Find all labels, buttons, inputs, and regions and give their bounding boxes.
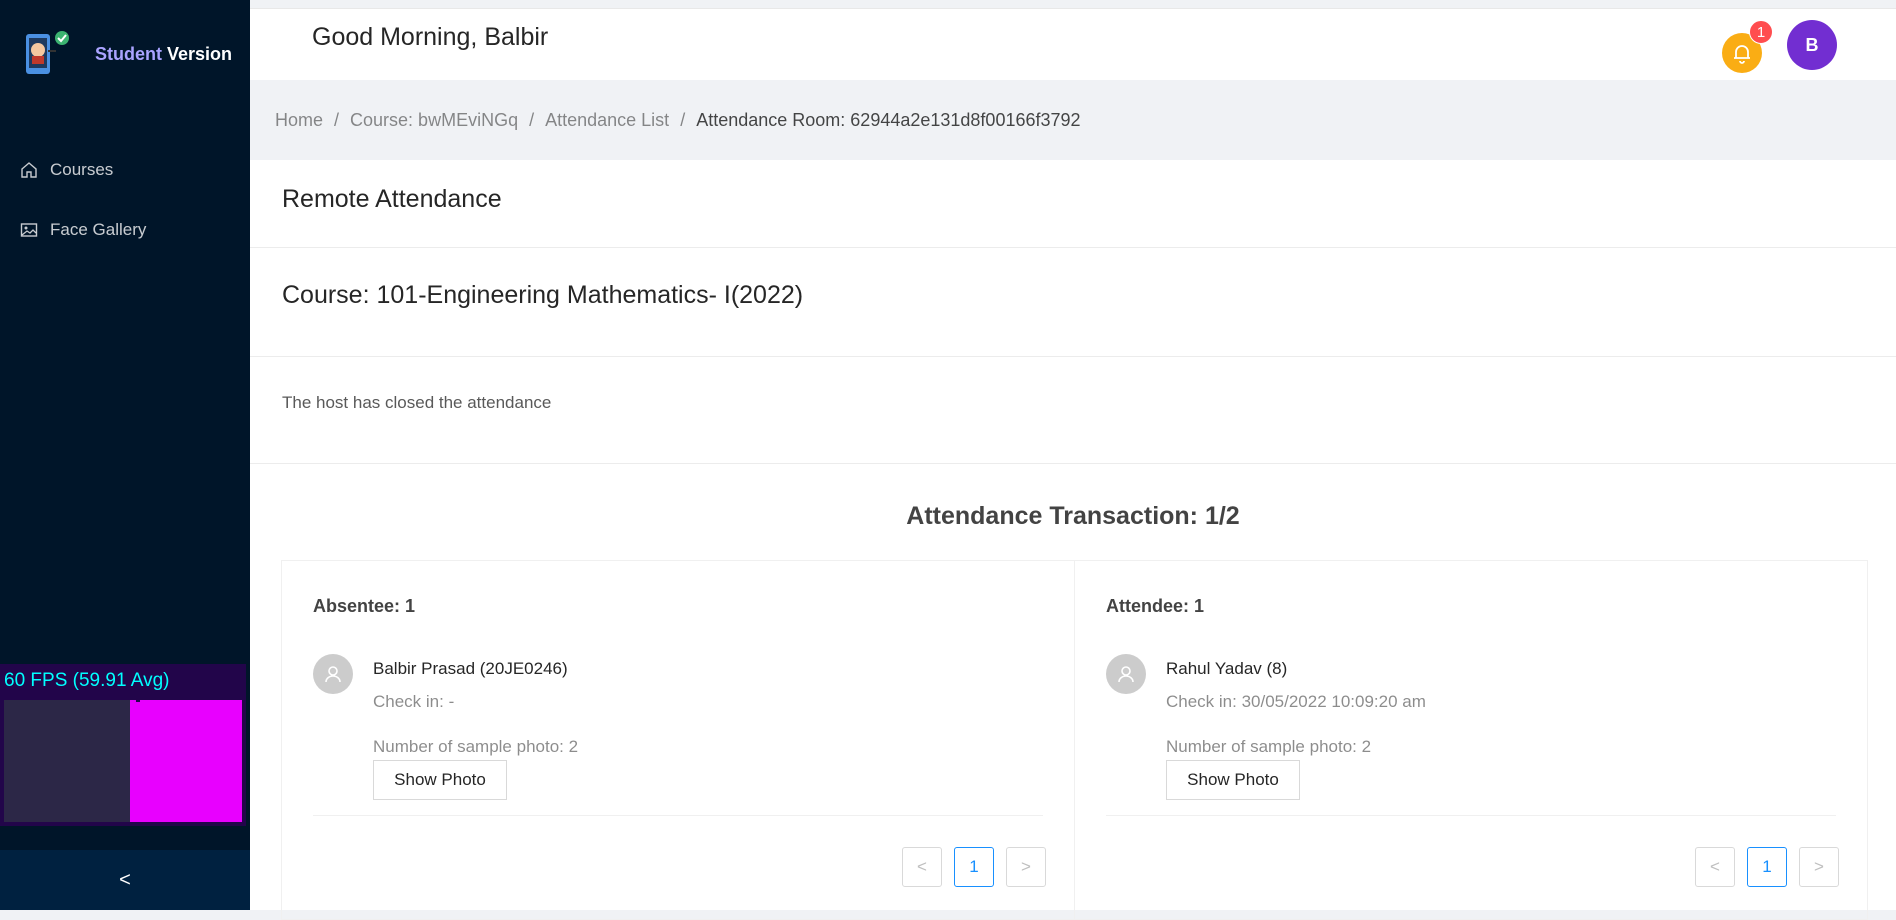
breadcrumb-current: Attendance Room: 62944a2e131d8f00166f379…: [696, 110, 1081, 130]
fps-graph-tick: [136, 697, 140, 702]
fps-graph-bar: [130, 700, 242, 822]
page-title: Remote Attendance: [282, 185, 502, 213]
transaction-title: Attendance Transaction: 1/2: [906, 502, 1240, 530]
status-section: The host has closed the attendance: [250, 357, 1896, 464]
attendee-sample-count: Number of sample photo: 2: [1166, 737, 1372, 756]
attendee-heading: Attendee: 1: [1106, 596, 1205, 616]
prev-page-button[interactable]: <: [902, 847, 942, 887]
fps-graph-background: [4, 700, 130, 822]
main-content: Remote Attendance Course: 101-Engineerin…: [250, 160, 1896, 920]
notification-badge: 1: [1749, 20, 1773, 44]
breadcrumb-home[interactable]: Home: [275, 110, 323, 131]
user-avatar-icon: [313, 654, 353, 694]
breadcrumb-separator: /: [334, 110, 340, 130]
attendee-check-in: Check in: 30/05/2022 10:09:20 am: [1166, 692, 1426, 711]
page-number-button[interactable]: 1: [954, 847, 994, 887]
absentee-sample-count: Number of sample photo: 2: [373, 737, 579, 756]
next-page-button[interactable]: >: [1799, 847, 1839, 887]
absentee-name: Balbir Prasad (20JE0246): [373, 659, 568, 678]
absentee-pagination: < 1 >: [902, 847, 1046, 887]
chevron-left-icon: <: [1710, 857, 1720, 876]
divider: [313, 815, 1043, 816]
sidebar-item-face-gallery[interactable]: Face Gallery: [0, 210, 250, 250]
app-logo-icon: [22, 28, 74, 80]
attendance-status-text: The host has closed the attendance: [282, 393, 552, 412]
bell-icon: [1734, 45, 1750, 64]
attendee-pagination: < 1 >: [1695, 847, 1839, 887]
user-avatar-icon: [1106, 654, 1146, 694]
breadcrumb-course[interactable]: Course: bwMEviNGq: [350, 110, 518, 131]
next-page-button[interactable]: >: [1006, 847, 1046, 887]
page-number-button[interactable]: 1: [1747, 847, 1787, 887]
greeting-text: Good Morning, Balbir: [312, 23, 549, 51]
home-icon: [21, 162, 37, 178]
brand-title: Student Version: [95, 44, 232, 65]
absentee-heading: Absentee: 1: [313, 596, 416, 616]
course-title: Course: 101-Engineering Mathematics- I(2…: [282, 281, 804, 309]
chevron-right-icon: >: [1814, 857, 1824, 876]
chevron-right-icon: >: [1021, 857, 1031, 876]
sidebar: Student Version Courses Face Gallery 60 …: [0, 0, 250, 910]
image-icon: [20, 223, 38, 237]
absentee-panel: Absentee: 1 Balbir Prasad (20JE0246) Che…: [281, 560, 1075, 920]
breadcrumb-attendance-list[interactable]: Attendance List: [545, 110, 669, 131]
absentee-show-photo-button[interactable]: Show Photo: [373, 760, 507, 800]
attendee-show-photo-button[interactable]: Show Photo: [1166, 760, 1300, 800]
chevron-left-icon: <: [917, 857, 927, 876]
fps-meter: 60 FPS (59.91 Avg): [0, 664, 246, 826]
brand-student: Student: [95, 44, 162, 64]
sidebar-item-label: Face Gallery: [50, 220, 147, 239]
prev-page-button[interactable]: <: [1695, 847, 1735, 887]
chevron-left-icon: <: [119, 868, 131, 891]
sidebar-item-courses[interactable]: Courses: [0, 150, 250, 190]
sidebar-item-label: Courses: [50, 160, 114, 179]
fps-text: 60 FPS (59.91 Avg): [4, 670, 170, 691]
brand-version: Version: [167, 44, 233, 64]
top-header: Good Morning, Balbir 1 B: [250, 8, 1896, 80]
breadcrumb-separator: /: [529, 110, 535, 130]
absentee-check-in: Check in: -: [373, 692, 455, 711]
sidebar-collapse-button[interactable]: <: [0, 850, 250, 910]
course-section: Course: 101-Engineering Mathematics- I(2…: [250, 248, 1896, 357]
attendee-panel: Attendee: 1 Rahul Yadav (8) Check in: 30…: [1074, 560, 1868, 920]
user-avatar[interactable]: B: [1787, 20, 1837, 70]
breadcrumb: Home / Course: bwMEviNGq / Attendance Li…: [275, 110, 1081, 131]
divider: [1106, 815, 1836, 816]
page-title-section: Remote Attendance: [250, 160, 1896, 248]
attendee-name: Rahul Yadav (8): [1166, 659, 1288, 678]
breadcrumb-separator: /: [680, 110, 686, 130]
